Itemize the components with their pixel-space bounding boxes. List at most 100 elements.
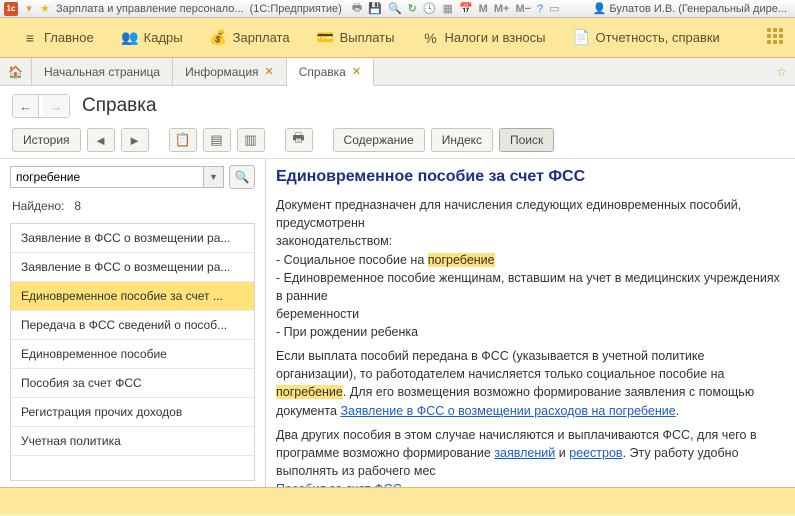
- nav-forward-button[interactable]: →: [43, 95, 69, 117]
- clock-icon[interactable]: 🕓: [423, 2, 437, 15]
- menu-label: Зарплата: [233, 30, 290, 45]
- tab-start-page[interactable]: Начальная страница: [32, 58, 173, 85]
- favorite-star-icon[interactable]: ☆: [768, 58, 795, 85]
- search-icon[interactable]: 🔍: [388, 2, 402, 15]
- footer-bar: [0, 487, 795, 515]
- list-item[interactable]: Учетная политика: [11, 427, 254, 456]
- user-label[interactable]: 👤 Булатов И.В. (Генеральный дире...: [593, 2, 787, 15]
- report-icon: 📄: [574, 30, 590, 46]
- tab-bar: 🏠 Начальная страница Информация ✕ Справк…: [0, 58, 795, 86]
- scale-mminus-icon[interactable]: M−: [515, 3, 531, 15]
- print-button[interactable]: 🖶: [285, 128, 313, 152]
- tab-label: Начальная страница: [44, 65, 160, 79]
- print-icon[interactable]: 🖶: [352, 0, 362, 18]
- index-button[interactable]: Индекс: [431, 128, 493, 152]
- user-name: Булатов И.В. (Генеральный дире...: [609, 3, 787, 15]
- scale-mplus-icon[interactable]: M+: [494, 3, 510, 15]
- scale-m-icon[interactable]: M: [479, 3, 488, 15]
- contents-button[interactable]: Содержание: [333, 128, 425, 152]
- layout2-button[interactable]: ▥: [237, 128, 265, 152]
- list-item[interactable]: Единовременное пособие за счет ...: [11, 282, 254, 311]
- back-history-button[interactable]: ◄: [87, 128, 115, 152]
- main-menu: ≡ Главное 👥 Кадры 💰 Зарплата 💳 Выплаты %…: [0, 18, 795, 58]
- save-icon[interactable]: 💾: [368, 2, 382, 15]
- tab-information[interactable]: Информация ✕: [173, 58, 287, 85]
- menu-nalogi[interactable]: % Налоги и взносы: [408, 24, 559, 52]
- menu-icon: ≡: [22, 30, 38, 46]
- user-icon: 👤: [593, 2, 607, 15]
- titlebar: 1c ▾ ★ Зарплата и управление персонало..…: [0, 0, 795, 18]
- menu-label: Отчетность, справки: [596, 30, 720, 45]
- article-pane: Единовременное пособие за счет ФСС Докум…: [266, 159, 795, 487]
- apps-grid-icon[interactable]: [767, 28, 787, 48]
- titlebar-tools: 🖶 💾 🔍 ↻ 🕓 ▦ 📅 M M+ M− ? ▭: [352, 0, 560, 18]
- txt: законодательством:: [276, 234, 392, 248]
- menu-zarplata[interactable]: 💰 Зарплата: [197, 24, 304, 52]
- menu-label: Налоги и взносы: [444, 30, 545, 45]
- txt: .: [676, 404, 679, 418]
- app-title: Зарплата и управление персонало...: [56, 3, 244, 15]
- forward-history-button[interactable]: ►: [121, 128, 149, 152]
- page-header: ← → Справка: [0, 86, 795, 122]
- percent-icon: %: [422, 30, 438, 46]
- dropdown-icon[interactable]: ▾: [21, 1, 37, 17]
- money-icon: 💰: [211, 30, 227, 46]
- search-pane: ▼ 🔍 Найдено: 8 Заявление в ФСС о возмеще…: [0, 159, 266, 487]
- platform-label: (1С:Предприятие): [250, 3, 342, 15]
- list-item[interactable]: Заявление в ФСС о возмещении ра...: [11, 224, 254, 253]
- link-reestrov[interactable]: реестров: [569, 446, 622, 460]
- search-dropdown-button[interactable]: ▼: [204, 166, 224, 188]
- txt: - Социальное пособие на: [276, 253, 428, 267]
- copy-button[interactable]: 📋: [169, 128, 197, 152]
- highlight: погребение: [428, 253, 495, 267]
- tab-label: Информация: [185, 65, 258, 79]
- app-logo-icon: 1c: [4, 2, 18, 16]
- search-row: ▼ 🔍: [10, 165, 255, 189]
- work-area: ▼ 🔍 Найдено: 8 Заявление в ФСС о возмеще…: [0, 159, 795, 487]
- found-text: Найдено:: [12, 199, 64, 213]
- calc-icon[interactable]: ▦: [443, 2, 453, 15]
- menu-label: Выплаты: [340, 30, 395, 45]
- txt: Документ предназначен для начисления сле…: [276, 198, 741, 230]
- menu-kadry[interactable]: 👥 Кадры: [108, 24, 197, 52]
- tab-home-icon[interactable]: 🏠: [0, 58, 32, 85]
- search-tab-button[interactable]: Поиск: [499, 128, 554, 152]
- close-icon[interactable]: ✕: [265, 65, 274, 78]
- list-item[interactable]: Заявление в ФСС о возмещении ра...: [11, 253, 254, 282]
- nav-back-button[interactable]: ←: [13, 95, 39, 117]
- window-icon[interactable]: ▭: [549, 2, 559, 15]
- calendar-icon[interactable]: 📅: [459, 2, 473, 15]
- link-posobiya-fss[interactable]: Пособия за счет ФСС: [276, 482, 402, 487]
- layout1-button[interactable]: ▤: [203, 128, 231, 152]
- menu-otchetnost[interactable]: 📄 Отчетность, справки: [560, 24, 734, 52]
- txt: и: [555, 446, 569, 460]
- refresh-icon[interactable]: ↻: [408, 2, 417, 15]
- page-title: Справка: [82, 95, 157, 117]
- list-item[interactable]: Передача в ФСС сведений о пособ...: [11, 311, 254, 340]
- people-icon: 👥: [122, 30, 138, 46]
- link-zayavlenie-fss[interactable]: Заявление в ФСС о возмещении расходов на…: [340, 404, 675, 418]
- txt: - При рождении ребенка: [276, 325, 418, 339]
- menu-vyplaty[interactable]: 💳 Выплаты: [304, 24, 409, 52]
- list-item[interactable]: Пособия за счет ФСС: [11, 369, 254, 398]
- found-count: 8: [74, 199, 81, 213]
- highlight: погребение: [276, 385, 343, 399]
- txt: беременности: [276, 307, 359, 321]
- list-item[interactable]: Единовременное пособие: [11, 340, 254, 369]
- help-icon[interactable]: ?: [537, 3, 543, 15]
- menu-label: Главное: [44, 30, 94, 45]
- search-go-button[interactable]: 🔍: [229, 165, 255, 189]
- close-icon[interactable]: ✕: [352, 65, 361, 78]
- link-zayavleniy[interactable]: заявлений: [494, 446, 555, 460]
- txt: - Единовременное пособие женщинам, встав…: [276, 271, 780, 303]
- txt: .: [402, 482, 405, 487]
- wallet-icon: 💳: [318, 30, 334, 46]
- history-button[interactable]: История: [12, 128, 81, 152]
- list-item[interactable]: Регистрация прочих доходов: [11, 398, 254, 427]
- search-input[interactable]: [10, 166, 204, 188]
- tab-help[interactable]: Справка ✕: [287, 59, 374, 86]
- help-toolbar: История ◄ ► 📋 ▤ ▥ 🖶 Содержание Индекс По…: [0, 122, 795, 159]
- favorite-icon[interactable]: ★: [37, 1, 53, 17]
- menu-main[interactable]: ≡ Главное: [8, 24, 108, 52]
- results-list: Заявление в ФСС о возмещении ра... Заявл…: [10, 223, 255, 481]
